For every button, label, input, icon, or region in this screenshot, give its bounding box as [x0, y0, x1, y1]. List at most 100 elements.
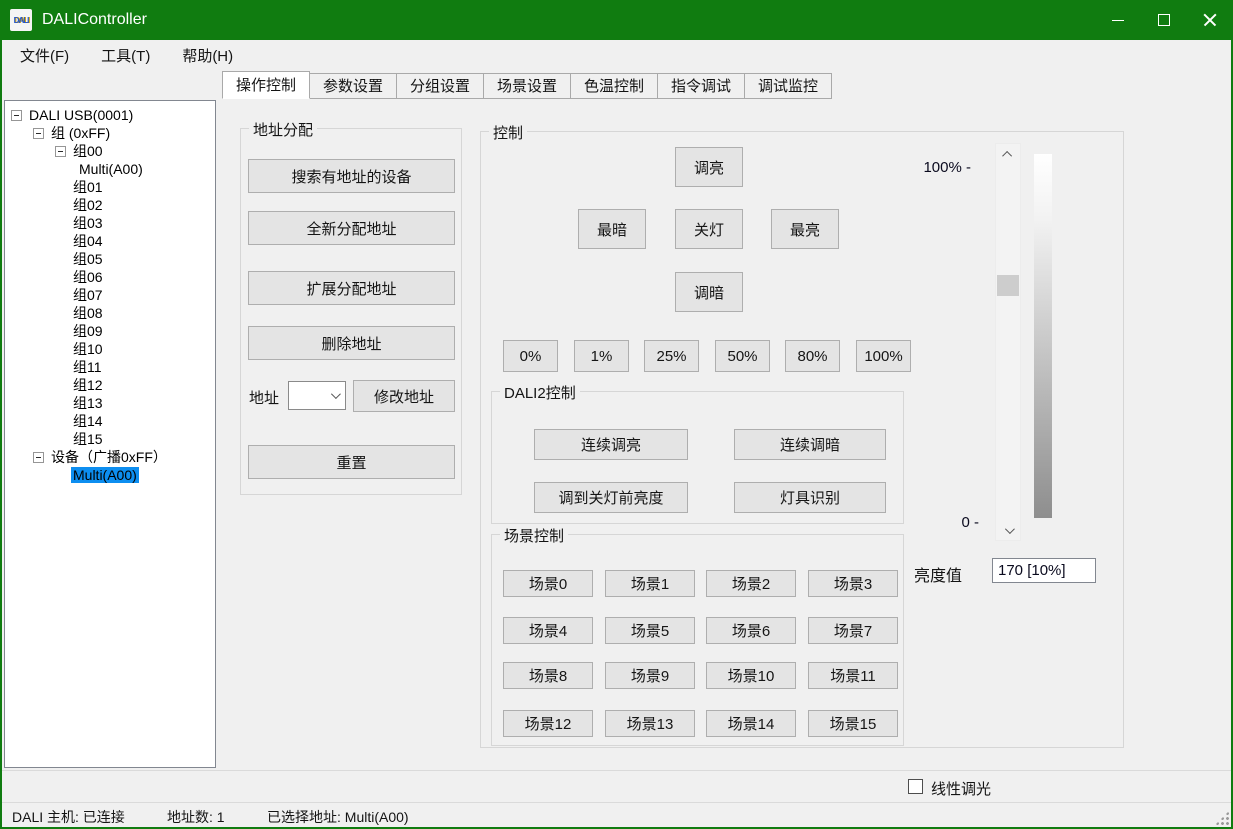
- tree-row-group12[interactable]: 组12: [5, 376, 215, 394]
- tree-row-group02[interactable]: 组02: [5, 196, 215, 214]
- tab-group-settings[interactable]: 分组设置: [396, 73, 484, 99]
- scene-1-button[interactable]: 场景1: [605, 570, 695, 597]
- scene-10-button[interactable]: 场景10: [706, 662, 796, 689]
- tree-row-group05[interactable]: 组05: [5, 250, 215, 268]
- tree-row-group-root[interactable]: 组 (0xFF): [5, 124, 215, 142]
- scroll-up-button[interactable]: [996, 144, 1020, 164]
- reset-button[interactable]: 重置: [248, 445, 455, 479]
- scene-9-button[interactable]: 场景9: [605, 662, 695, 689]
- tree-row-group15[interactable]: 组15: [5, 430, 215, 448]
- tree-row-group04[interactable]: 组04: [5, 232, 215, 250]
- goto-last-level-button[interactable]: 调到关灯前亮度: [534, 482, 688, 513]
- scrollbar-thumb[interactable]: [997, 275, 1019, 296]
- scene-12-button[interactable]: 场景12: [503, 710, 593, 737]
- lamp-off-button[interactable]: 关灯: [675, 209, 743, 249]
- search-addressed-devices-button[interactable]: 搜索有地址的设备: [248, 159, 455, 193]
- scene-3-button[interactable]: 场景3: [808, 570, 898, 597]
- collapse-icon[interactable]: [11, 110, 22, 121]
- tree-row-group14[interactable]: 组14: [5, 412, 215, 430]
- delete-address-button[interactable]: 删除地址: [248, 326, 455, 360]
- tab-debug-monitor[interactable]: 调试监控: [744, 73, 832, 99]
- assign-new-addresses-button[interactable]: 全新分配地址: [248, 211, 455, 245]
- scene-8-button[interactable]: 场景8: [503, 662, 593, 689]
- tree-row-group00[interactable]: 组00: [5, 142, 215, 160]
- scene-5-button[interactable]: 场景5: [605, 617, 695, 644]
- tree-row-dali-usb[interactable]: DALI USB(0001): [5, 106, 215, 124]
- tree-item-label[interactable]: 组11: [71, 357, 104, 377]
- resize-grip[interactable]: [1215, 811, 1229, 825]
- tree-row-group11[interactable]: 组11: [5, 358, 215, 376]
- luminaire-identify-button[interactable]: 灯具识别: [734, 482, 886, 513]
- menu-tools[interactable]: 工具(T): [87, 41, 164, 70]
- tree-row-group03[interactable]: 组03: [5, 214, 215, 232]
- tab-operation-control[interactable]: 操作控制: [222, 71, 310, 99]
- scene-2-button[interactable]: 场景2: [706, 570, 796, 597]
- tab-command-debug[interactable]: 指令调试: [657, 73, 745, 99]
- tree-item-label[interactable]: 组09: [71, 321, 105, 341]
- scene-15-button[interactable]: 场景15: [808, 710, 898, 737]
- collapse-icon[interactable]: [55, 146, 66, 157]
- tree-item-label[interactable]: Multi(A00): [77, 161, 145, 177]
- continuous-brighten-button[interactable]: 连续调亮: [534, 429, 688, 460]
- tree-row-multi-a00-selected[interactable]: Multi(A00): [5, 466, 215, 484]
- scene-4-button[interactable]: 场景4: [503, 617, 593, 644]
- brightness-value-field[interactable]: 170 [10%]: [992, 558, 1096, 583]
- modify-address-button[interactable]: 修改地址: [353, 380, 455, 412]
- percent-80-button[interactable]: 80%: [785, 340, 840, 372]
- scene-14-button[interactable]: 场景14: [706, 710, 796, 737]
- tree-item-label[interactable]: 组10: [71, 339, 105, 359]
- tree-item-label[interactable]: 组07: [71, 285, 105, 305]
- menu-file[interactable]: 文件(F): [6, 41, 83, 70]
- scene-6-button[interactable]: 场景6: [706, 617, 796, 644]
- scene-11-button[interactable]: 场景11: [808, 662, 898, 689]
- percent-25-button[interactable]: 25%: [644, 340, 699, 372]
- percent-1-button[interactable]: 1%: [574, 340, 629, 372]
- tree-row-group09[interactable]: 组09: [5, 322, 215, 340]
- address-combobox[interactable]: [288, 381, 346, 410]
- brighten-button[interactable]: 调亮: [675, 147, 743, 187]
- tree-item-label[interactable]: 组15: [71, 429, 105, 449]
- tab-color-temp-control[interactable]: 色温控制: [570, 73, 658, 99]
- tree-item-label[interactable]: 组08: [71, 303, 105, 323]
- dim-button[interactable]: 调暗: [675, 272, 743, 312]
- tree-row-device-broadcast[interactable]: 设备（广播0xFF）: [5, 448, 215, 466]
- tree-row-group08[interactable]: 组08: [5, 304, 215, 322]
- scene-0-button[interactable]: 场景0: [503, 570, 593, 597]
- tree-item-label[interactable]: 组12: [71, 375, 105, 395]
- close-button[interactable]: [1187, 0, 1233, 40]
- collapse-icon[interactable]: [33, 128, 44, 139]
- tree-row-group06[interactable]: 组06: [5, 268, 215, 286]
- collapse-icon[interactable]: [33, 452, 44, 463]
- tree-item-label[interactable]: 设备（广播0xFF）: [49, 447, 169, 467]
- tree-item-label[interactable]: 组 (0xFF): [49, 123, 112, 143]
- tab-scene-settings[interactable]: 场景设置: [483, 73, 571, 99]
- percent-0-button[interactable]: 0%: [503, 340, 558, 372]
- tree-item-label[interactable]: 组02: [71, 195, 105, 215]
- tree-item-label[interactable]: 组04: [71, 231, 105, 251]
- linear-dimming-checkbox[interactable]: [908, 779, 923, 794]
- scene-7-button[interactable]: 场景7: [808, 617, 898, 644]
- tree-row-group07[interactable]: 组07: [5, 286, 215, 304]
- percent-100-button[interactable]: 100%: [856, 340, 911, 372]
- percent-50-button[interactable]: 50%: [715, 340, 770, 372]
- tree-item-label[interactable]: 组03: [71, 213, 105, 233]
- tree-item-label[interactable]: DALI USB(0001): [27, 107, 135, 123]
- tree-row-multi-a00[interactable]: Multi(A00): [5, 160, 215, 178]
- max-brightness-button[interactable]: 最亮: [771, 209, 839, 249]
- scroll-down-button[interactable]: [996, 520, 1020, 540]
- tree-item-label[interactable]: 组13: [71, 393, 105, 413]
- tree-item-label[interactable]: 组06: [71, 267, 105, 287]
- tab-parameter-settings[interactable]: 参数设置: [309, 73, 397, 99]
- tree-item-label-selected[interactable]: Multi(A00): [71, 467, 139, 483]
- tree-item-label[interactable]: 组01: [71, 177, 105, 197]
- tree-item-label[interactable]: 组14: [71, 411, 105, 431]
- brightness-scrollbar[interactable]: [995, 143, 1021, 541]
- continuous-dim-button[interactable]: 连续调暗: [734, 429, 886, 460]
- scene-13-button[interactable]: 场景13: [605, 710, 695, 737]
- minimize-button[interactable]: [1095, 0, 1141, 40]
- tree-row-group10[interactable]: 组10: [5, 340, 215, 358]
- maximize-button[interactable]: [1141, 0, 1187, 40]
- tree-row-group01[interactable]: 组01: [5, 178, 215, 196]
- tree-item-label[interactable]: 组00: [71, 141, 105, 161]
- tree-item-label[interactable]: 组05: [71, 249, 105, 269]
